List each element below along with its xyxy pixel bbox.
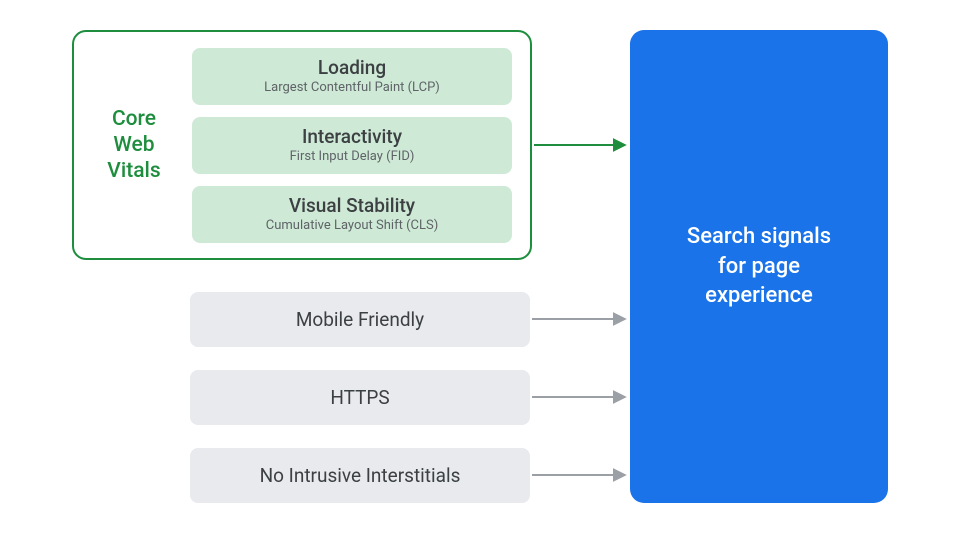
signal-label: No Intrusive Interstitials: [260, 464, 461, 487]
signal-label: HTTPS: [330, 386, 389, 409]
signal-label: Mobile Friendly: [296, 308, 424, 331]
target-line: Search signals: [687, 224, 831, 249]
vital-interactivity: Interactivity First Input Delay (FID): [192, 117, 512, 174]
vital-subtitle: Largest Contentful Paint (LCP): [202, 80, 502, 95]
target-line: for page: [718, 254, 800, 279]
signal-no-intrusive-interstitials: No Intrusive Interstitials: [190, 448, 530, 503]
vital-title: Loading: [202, 56, 502, 79]
cwv-label-line: Vitals: [107, 159, 160, 183]
diagram-stage: Core Web Vitals Loading Largest Contentf…: [0, 0, 960, 540]
vital-visual-stability: Visual Stability Cumulative Layout Shift…: [192, 186, 512, 243]
core-web-vitals-label: Core Web Vitals: [86, 106, 182, 185]
vital-title: Interactivity: [202, 125, 502, 148]
target-text: Search signals for page experience: [687, 222, 831, 311]
vital-title: Visual Stability: [202, 194, 502, 217]
cwv-label-line: Web: [113, 133, 154, 157]
core-web-vitals-box: Core Web Vitals Loading Largest Contentf…: [72, 30, 532, 260]
search-signals-target: Search signals for page experience: [630, 30, 888, 503]
vital-subtitle: Cumulative Layout Shift (CLS): [202, 218, 502, 233]
vital-subtitle: First Input Delay (FID): [202, 149, 502, 164]
target-line: experience: [705, 283, 813, 308]
signal-https: HTTPS: [190, 370, 530, 425]
cwv-label-line: Core: [112, 107, 156, 131]
vital-loading: Loading Largest Contentful Paint (LCP): [192, 48, 512, 105]
signal-mobile-friendly: Mobile Friendly: [190, 292, 530, 347]
core-web-vitals-items: Loading Largest Contentful Paint (LCP) I…: [192, 48, 512, 243]
